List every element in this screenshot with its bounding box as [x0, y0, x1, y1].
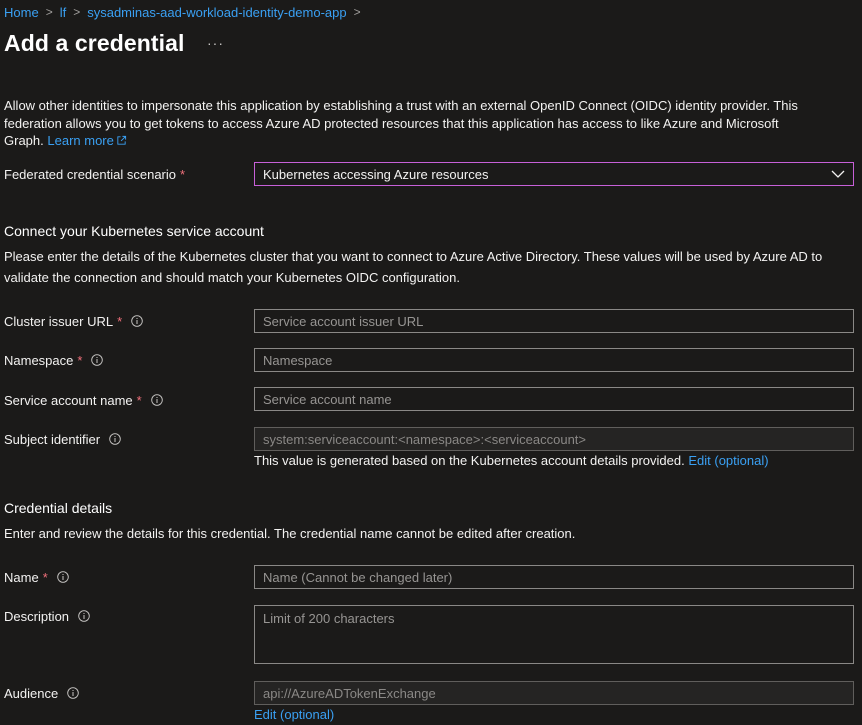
more-options-button[interactable]: ···	[207, 35, 224, 51]
cluster-issuer-url-input[interactable]	[254, 309, 854, 333]
description-label: Description	[4, 607, 90, 625]
external-link-icon	[117, 135, 126, 145]
info-icon[interactable]	[67, 687, 79, 699]
required-marker: *	[117, 313, 123, 329]
service-account-label: Service account name *	[4, 391, 163, 409]
info-icon[interactable]	[78, 610, 90, 622]
subject-identifier-label: Subject identifier	[4, 430, 121, 448]
edit-subject-link[interactable]: Edit (optional)	[688, 453, 768, 468]
namespace-input[interactable]	[254, 348, 854, 372]
audience-label: Audience	[4, 684, 79, 702]
subject-note: This value is generated based on the Kub…	[254, 453, 769, 468]
breadcrumb-tenant[interactable]: lf	[60, 5, 67, 20]
required-marker: *	[180, 166, 186, 182]
info-icon[interactable]	[131, 315, 143, 327]
edit-audience-link[interactable]: Edit (optional)	[254, 707, 334, 722]
credential-name-input[interactable]	[254, 565, 854, 589]
chevron-down-icon	[831, 170, 845, 178]
name-label: Name *	[4, 568, 69, 586]
scenario-dropdown[interactable]: Kubernetes accessing Azure resources	[254, 162, 854, 186]
subject-identifier-input	[254, 427, 854, 451]
audience-input	[254, 681, 854, 705]
breadcrumb: Home > lf > sysadminas-aad-workload-iden…	[4, 3, 368, 21]
chevron-right-icon: >	[73, 5, 81, 19]
breadcrumb-app[interactable]: sysadminas-aad-workload-identity-demo-ap…	[87, 5, 346, 20]
info-icon[interactable]	[109, 433, 121, 445]
service-account-name-input[interactable]	[254, 387, 854, 411]
required-marker: *	[136, 392, 142, 408]
credential-section-description: Enter and review the details for this cr…	[4, 526, 576, 541]
k8s-section-description: Please enter the details of the Kubernet…	[4, 249, 823, 285]
credential-section-title: Credential details	[4, 500, 113, 516]
required-marker: *	[42, 569, 48, 585]
info-icon[interactable]	[56, 571, 69, 583]
required-marker: *	[77, 352, 83, 368]
intro-text: Allow other identities to impersonate th…	[4, 97, 804, 150]
breadcrumb-home[interactable]: Home	[4, 5, 39, 20]
namespace-label: Namespace *	[4, 351, 104, 369]
k8s-section-title: Connect your Kubernetes service account	[4, 223, 264, 239]
issuer-label: Cluster issuer URL *	[4, 312, 143, 330]
page-title: Add a credential	[4, 30, 185, 56]
chevron-right-icon: >	[45, 5, 53, 19]
description-textarea[interactable]	[254, 605, 854, 664]
info-icon[interactable]	[91, 354, 104, 366]
info-icon[interactable]	[150, 394, 163, 406]
scenario-selected-value: Kubernetes accessing Azure resources	[263, 166, 489, 182]
scenario-label: Federated credential scenario *	[4, 166, 186, 182]
chevron-right-icon: >	[353, 5, 361, 19]
learn-more-link[interactable]: Learn more	[47, 133, 126, 148]
